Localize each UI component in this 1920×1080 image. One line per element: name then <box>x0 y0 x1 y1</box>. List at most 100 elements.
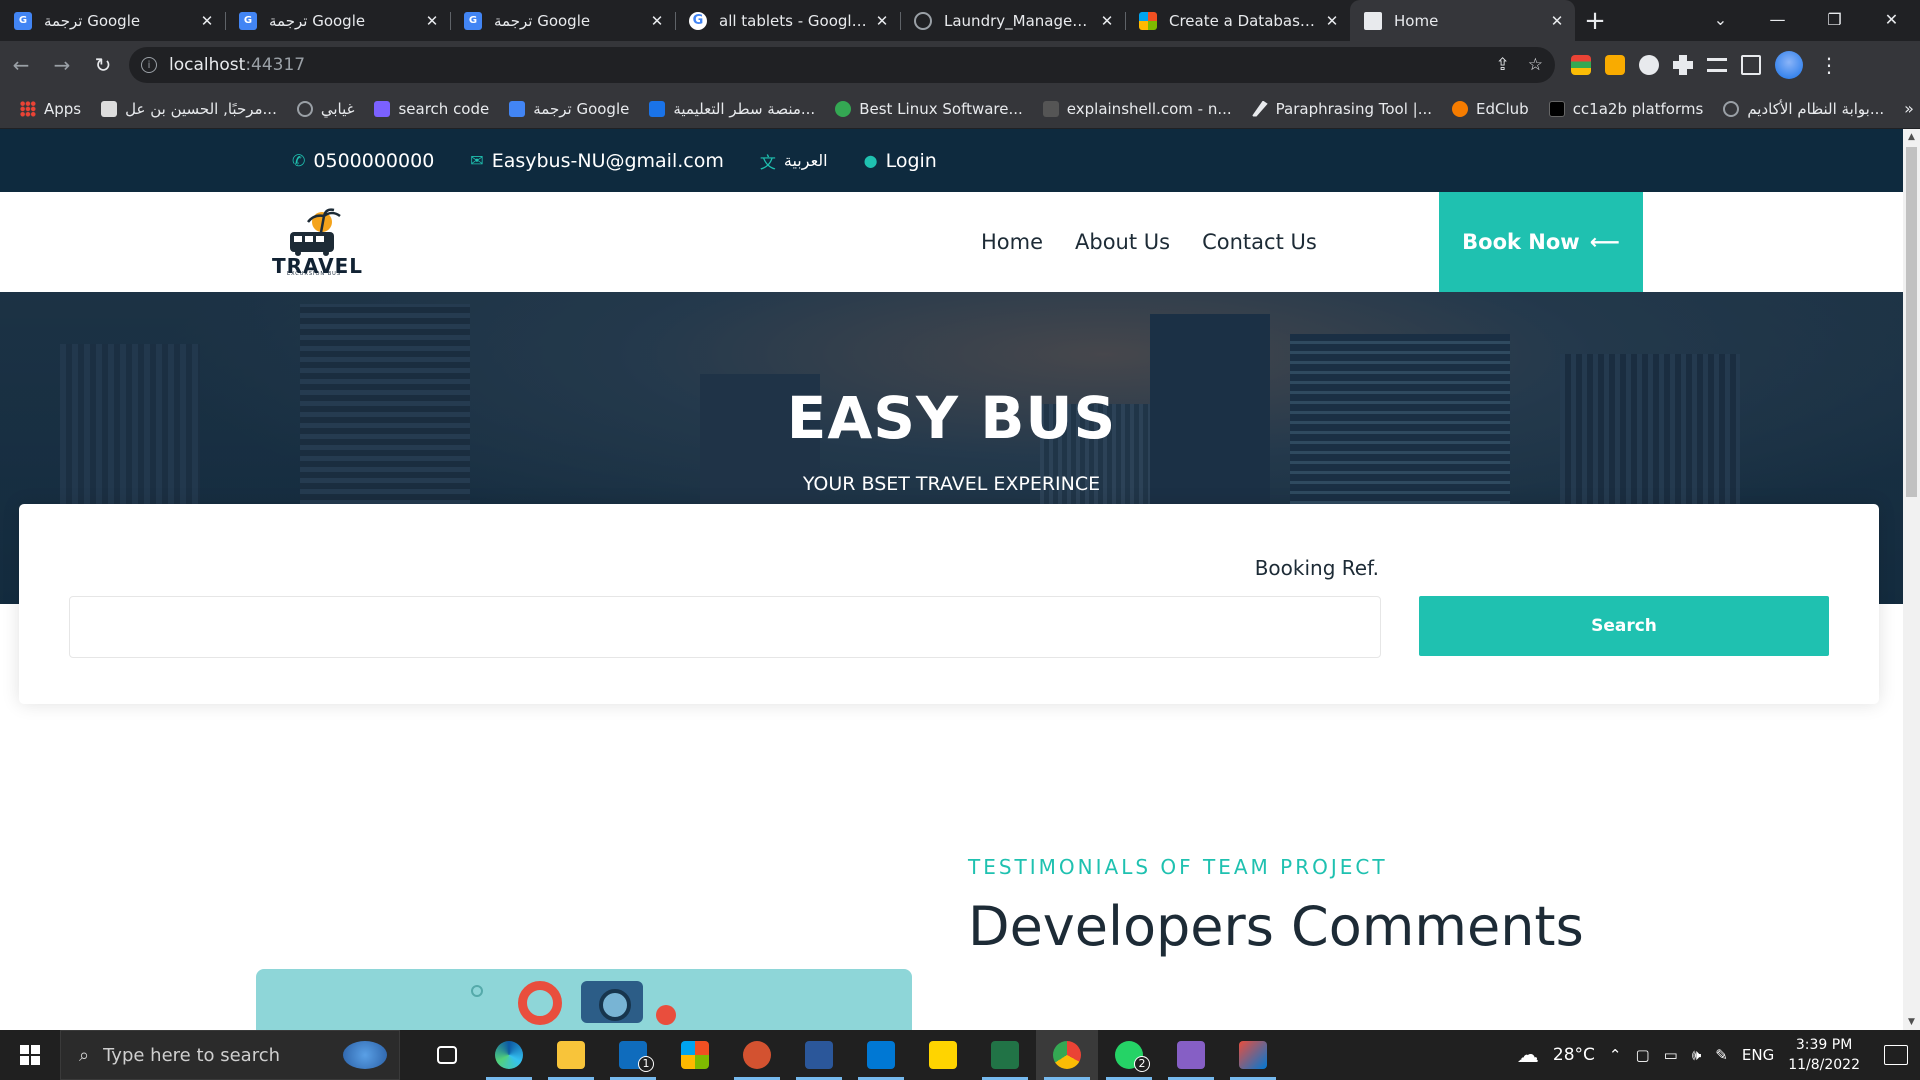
close-icon[interactable]: ✕ <box>1099 12 1115 30</box>
notifications-icon[interactable] <box>1884 1045 1908 1065</box>
bookmark-apps[interactable]: Apps <box>20 100 81 118</box>
close-window-icon[interactable]: ✕ <box>1863 0 1920 38</box>
new-tab-button[interactable]: + <box>1575 0 1615 41</box>
tab-title: Home <box>1394 11 1439 30</box>
page-icon <box>1364 11 1382 30</box>
bookmark-item[interactable]: ترجمة Google <box>509 100 629 118</box>
browser-tab-active[interactable]: Home ✕ <box>1350 0 1575 41</box>
extension-icon[interactable] <box>1571 55 1591 75</box>
word-icon[interactable] <box>788 1030 850 1080</box>
visual-studio-icon[interactable] <box>1160 1030 1222 1080</box>
extension-icon[interactable] <box>1639 55 1659 75</box>
edge-icon[interactable] <box>478 1030 540 1080</box>
puzzle-icon[interactable] <box>1673 55 1693 75</box>
close-icon[interactable]: ✕ <box>199 12 215 30</box>
snipping-tool-icon[interactable] <box>1222 1030 1284 1080</box>
camera-icon <box>581 981 643 1023</box>
bookmark-item[interactable]: غيابي <box>296 100 354 118</box>
taskbar-search-input[interactable]: ⌕ Type here to search <box>60 1030 400 1080</box>
bookmark-item[interactable]: Paraphrasing Tool |... <box>1251 100 1432 118</box>
bookmark-item[interactable]: Best Linux Software... <box>835 100 1023 118</box>
bookmark-item[interactable]: مرحبًا, الحسين بن عل... <box>101 100 277 118</box>
bookmark-star-icon[interactable]: ☆ <box>1528 55 1543 75</box>
phone-contact[interactable]: ✆ 0500000000 <box>292 150 434 172</box>
book-now-button[interactable]: Book Now ⟵ <box>1439 192 1643 292</box>
temperature[interactable]: 28°C <box>1553 1045 1595 1065</box>
lifebuoy-icon <box>518 981 562 1025</box>
side-panel-icon[interactable] <box>1741 55 1761 75</box>
minimize-icon[interactable]: — <box>1749 0 1806 38</box>
input-language[interactable]: ENG <box>1742 1046 1774 1064</box>
bookmark-item[interactable]: search code <box>374 100 489 118</box>
weather-cloud-icon[interactable]: ☁ <box>1517 1043 1539 1068</box>
restore-icon[interactable]: ❐ <box>1806 0 1863 38</box>
close-icon[interactable]: ✕ <box>1549 12 1565 30</box>
scroll-down-icon[interactable]: ▼ <box>1903 1014 1920 1030</box>
scroll-up-icon[interactable]: ▲ <box>1903 129 1920 145</box>
browser-tab[interactable]: G ترجمة Google ✕ <box>450 0 675 41</box>
store-icon[interactable] <box>664 1030 726 1080</box>
taskbar-clock[interactable]: 3:39 PM 11/8/2022 <box>1788 1035 1860 1075</box>
whatsapp-icon[interactable]: 2 <box>1098 1030 1160 1080</box>
windows-taskbar: ⌕ Type here to search 1 2 ☁ 28°C ⌃ ▢ ▭ 🕪… <box>0 1030 1920 1080</box>
language-switch[interactable]: 文 العربية <box>760 149 828 173</box>
close-icon[interactable]: ✕ <box>1324 12 1340 30</box>
file-explorer-icon[interactable] <box>540 1030 602 1080</box>
bookmark-item[interactable]: explainshell.com - n... <box>1042 100 1232 118</box>
bookmark-item[interactable]: منصة سطر التعليمية... <box>649 100 815 118</box>
back-icon[interactable]: ← <box>1 45 41 85</box>
forward-icon[interactable]: → <box>42 45 82 85</box>
browser-tab[interactable]: G all tablets - Google Se ✕ <box>675 0 900 41</box>
battery-icon[interactable]: ▭ <box>1664 1046 1678 1064</box>
remote-desktop-icon[interactable] <box>850 1030 912 1080</box>
bookmark-item[interactable]: EdClub <box>1452 100 1529 118</box>
url-input[interactable]: i localhost:44317 ⇪ ☆ <box>129 47 1555 83</box>
booking-ref-input[interactable] <box>69 596 1381 658</box>
bookmarks-bar: Apps مرحبًا, الحسين بن عل... غيابي searc… <box>0 89 1920 129</box>
mail-icon[interactable]: 1 <box>602 1030 664 1080</box>
bookmark-favicon-icon <box>1042 100 1059 117</box>
site-topbar: ✆ 0500000000 ✉ Easybus-NU@gmail.com 文 ال… <box>0 129 1903 192</box>
reload-icon[interactable]: ↻ <box>83 45 123 85</box>
bookmarks-overflow-icon[interactable]: » <box>1904 99 1914 118</box>
site-info-icon[interactable]: i <box>141 57 157 73</box>
volume-icon[interactable]: 🕪 <box>1692 1046 1701 1064</box>
bookmark-item[interactable]: cc1a2b platforms <box>1548 100 1703 118</box>
email-contact[interactable]: ✉ Easybus-NU@gmail.com <box>470 150 724 172</box>
reading-list-icon[interactable] <box>1707 58 1727 72</box>
extension-icon[interactable] <box>1605 55 1625 75</box>
task-view-icon[interactable] <box>416 1030 478 1080</box>
globe-icon <box>914 11 932 30</box>
user-icon: ● <box>863 151 878 170</box>
nav-home[interactable]: Home <box>981 230 1043 254</box>
sticky-notes-icon[interactable] <box>912 1030 974 1080</box>
login-link[interactable]: ● Login <box>864 150 937 172</box>
chevron-up-icon[interactable]: ⌃ <box>1609 1046 1622 1064</box>
browser-tab[interactable]: Create a Database - S ✕ <box>1125 0 1350 41</box>
powerpoint-icon[interactable] <box>726 1030 788 1080</box>
nav-contact-us[interactable]: Contact Us <box>1202 230 1317 254</box>
excel-icon[interactable] <box>974 1030 1036 1080</box>
travel-logo[interactable]: TRAVEL EXCURSION BUS <box>272 208 362 278</box>
search-button[interactable]: Search <box>1419 596 1829 656</box>
browser-tab[interactable]: Laundry_Managemen ✕ <box>900 0 1125 41</box>
network-icon[interactable]: ▢ <box>1635 1046 1649 1064</box>
site-navbar: TRAVEL EXCURSION BUS Home About Us Conta… <box>0 192 1903 292</box>
close-icon[interactable]: ✕ <box>874 12 890 30</box>
browser-tab[interactable]: G ترجمة Google ✕ <box>225 0 450 41</box>
page-scrollbar[interactable]: ▲ ▼ <box>1903 129 1920 1030</box>
browser-tab[interactable]: G ترجمة Google ✕ <box>0 0 225 41</box>
profile-avatar[interactable] <box>1775 51 1803 79</box>
start-button[interactable] <box>0 1030 60 1080</box>
close-icon[interactable]: ✕ <box>424 12 440 30</box>
nav-about-us[interactable]: About Us <box>1075 230 1170 254</box>
bookmark-item[interactable]: بوابة النظام الأكاديم... <box>1723 100 1884 118</box>
chrome-icon[interactable] <box>1036 1030 1098 1080</box>
tab-search-icon[interactable]: ⌄ <box>1692 0 1749 38</box>
close-icon[interactable]: ✕ <box>649 12 665 30</box>
scrollbar-thumb[interactable] <box>1906 147 1917 497</box>
menu-kebab-icon[interactable]: ⋮ <box>1817 53 1841 77</box>
share-icon[interactable]: ⇪ <box>1496 55 1510 75</box>
extensions-toolbar: ⋮ <box>1571 51 1841 79</box>
pen-icon[interactable]: ✎ <box>1715 1046 1728 1064</box>
